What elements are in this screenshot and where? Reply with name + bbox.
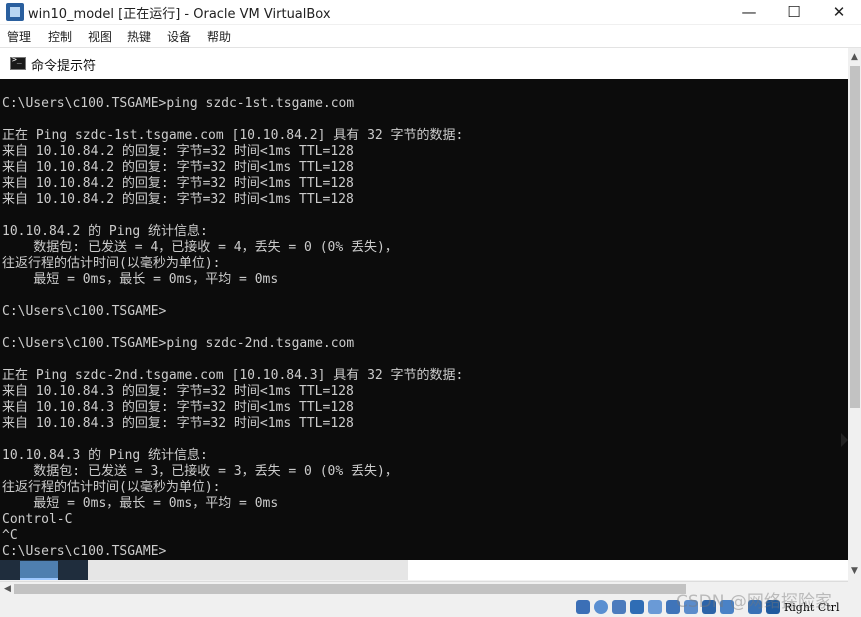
console-line: 来自 10.10.84.3 的回复: 字节=32 时间<1ms TTL=128 bbox=[2, 400, 354, 415]
watermark: CSDN @网络探险家 bbox=[676, 592, 832, 612]
taskbar-app-button[interactable] bbox=[20, 561, 58, 580]
mouse-pointer-icon bbox=[841, 433, 848, 447]
cmd-titlebar bbox=[0, 48, 848, 79]
hard-disk-icon[interactable] bbox=[576, 600, 590, 614]
console-line: C:\Users\c100.TSGAME>ping szdc-1st.tsgam… bbox=[2, 96, 355, 111]
console-line: C:\Users\c100.TSGAME> bbox=[2, 544, 167, 559]
audio-icon[interactable] bbox=[612, 600, 626, 614]
menu-item-help[interactable]: 帮助 bbox=[207, 28, 231, 45]
console-line: 往返行程的估计时间(以毫秒为单位): bbox=[2, 480, 221, 495]
console-line: 最短 = 0ms，最长 = 0ms，平均 = 0ms bbox=[2, 272, 279, 287]
console-line: 正在 Ping szdc-1st.tsgame.com [10.10.84.2]… bbox=[2, 128, 464, 143]
console-line: C:\Users\c100.TSGAME>ping szdc-2nd.tsgam… bbox=[2, 336, 355, 351]
guest-taskbar-light-area bbox=[88, 560, 408, 580]
console-output[interactable]: C:\Users\c100.TSGAME>ping szdc-1st.tsgam… bbox=[0, 79, 848, 560]
minimize-button[interactable]: — bbox=[727, 0, 771, 24]
console-line: 来自 10.10.84.3 的回复: 字节=32 时间<1ms TTL=128 bbox=[2, 384, 354, 399]
menu-item-view[interactable]: 视图 bbox=[88, 28, 112, 45]
scroll-up-arrow-icon[interactable]: ▲ bbox=[848, 50, 861, 64]
optical-drive-icon[interactable] bbox=[594, 600, 608, 614]
console-line: 10.10.84.3 的 Ping 统计信息: bbox=[2, 448, 208, 463]
maximize-button[interactable]: ☐ bbox=[772, 0, 816, 24]
console-line: 正在 Ping szdc-2nd.tsgame.com [10.10.84.3]… bbox=[2, 368, 464, 383]
close-button[interactable]: ✕ bbox=[817, 0, 861, 24]
virtualbox-app-icon bbox=[6, 3, 24, 21]
scroll-left-arrow-icon[interactable]: ◀ bbox=[4, 584, 11, 594]
cmd-window-title: 命令提示符 bbox=[31, 59, 97, 74]
console-line: 10.10.84.2 的 Ping 统计信息: bbox=[2, 224, 208, 239]
network-icon[interactable] bbox=[630, 600, 644, 614]
cmd-icon bbox=[10, 55, 26, 70]
console-line: 往返行程的估计时间(以毫秒为单位): bbox=[2, 256, 221, 271]
console-line: 数据包: 已发送 = 3，已接收 = 3，丢失 = 0 (0% 丢失)， bbox=[2, 464, 398, 479]
console-line: 最短 = 0ms，最长 = 0ms，平均 = 0ms bbox=[2, 496, 279, 511]
scroll-down-arrow-icon[interactable]: ▼ bbox=[848, 564, 861, 578]
horizontal-scroll-thumb[interactable] bbox=[14, 584, 686, 594]
console-line: 数据包: 已发送 = 4，已接收 = 4，丢失 = 0 (0% 丢失)， bbox=[2, 240, 398, 255]
usb-icon[interactable] bbox=[648, 600, 662, 614]
console-line: 来自 10.10.84.2 的回复: 字节=32 时间<1ms TTL=128 bbox=[2, 192, 354, 207]
menu-item-devices[interactable]: 设备 bbox=[167, 28, 191, 45]
console-line: 来自 10.10.84.2 的回复: 字节=32 时间<1ms TTL=128 bbox=[2, 160, 354, 175]
vertical-scroll-thumb[interactable] bbox=[850, 66, 860, 408]
menu-item-hotkeys[interactable]: 热键 bbox=[127, 28, 151, 45]
console-line: 来自 10.10.84.2 的回复: 字节=32 时间<1ms TTL=128 bbox=[2, 176, 354, 191]
menu-bar: 管理 控制 视图 热键 设备 帮助 bbox=[0, 25, 861, 48]
window-title: win10_model [正在运行] - Oracle VM VirtualBo… bbox=[28, 7, 331, 22]
console-line: ^C bbox=[2, 528, 18, 543]
console-line: 来自 10.10.84.3 的回复: 字节=32 时间<1ms TTL=128 bbox=[2, 416, 354, 431]
console-line: Control-C bbox=[2, 512, 73, 527]
menu-item-manage[interactable]: 管理 bbox=[7, 28, 31, 45]
console-line: C:\Users\c100.TSGAME> bbox=[2, 304, 167, 319]
menu-item-control[interactable]: 控制 bbox=[48, 28, 72, 45]
console-line: 来自 10.10.84.2 的回复: 字节=32 时间<1ms TTL=128 bbox=[2, 144, 354, 159]
